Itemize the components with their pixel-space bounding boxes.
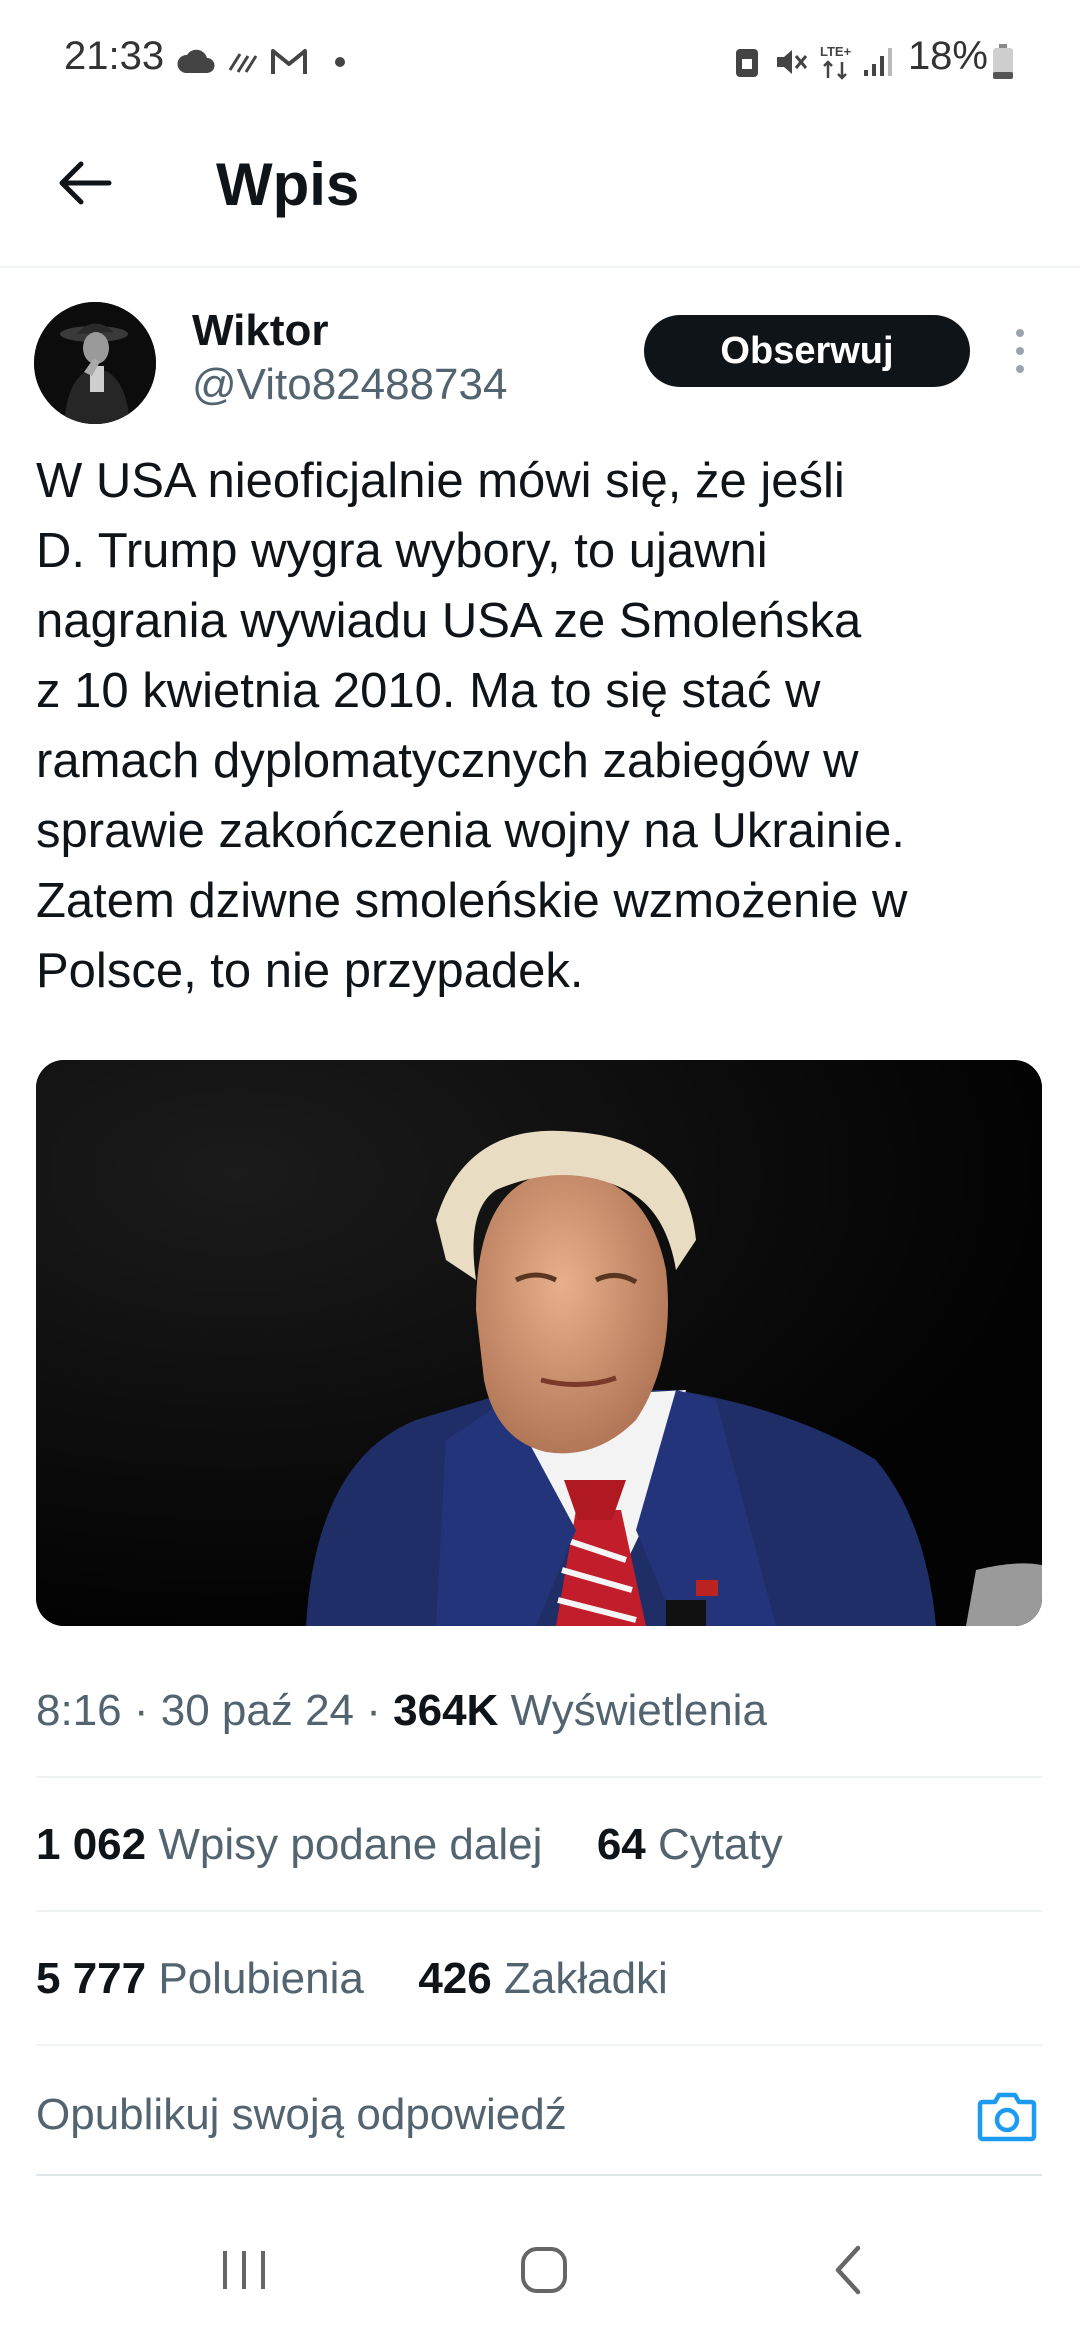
reposts-count: 1 062 (36, 1820, 147, 1869)
bookmarks-count: 426 (418, 1954, 492, 2003)
tweet-line: D. Trump wygra wybory, to ujawni (36, 524, 768, 578)
reply-input[interactable]: Opublikuj swoją odpowiedź (36, 2090, 567, 2140)
quotes-stat[interactable]: 64 Cytaty (597, 1820, 783, 1869)
signal-icon (862, 40, 894, 84)
quotes-count: 64 (596, 1820, 646, 1869)
camera-icon (977, 2092, 1037, 2142)
back-button[interactable] (50, 148, 120, 218)
tweet-line: Zatem dziwne smoleńskie wzmożenie w (36, 874, 908, 928)
camera-button[interactable] (972, 2085, 1042, 2147)
lte-icon: LTE+ (818, 40, 858, 84)
status-time: 21:33 (64, 34, 165, 78)
chevron-left-icon (835, 2245, 861, 2295)
tweet-line: W USA nieoficjalnie mówi się, że jeśli (36, 454, 845, 508)
tweet-line: ramach dyplomatycznych zabiegów w (36, 734, 859, 788)
likes-stat[interactable]: 5 777 Polubienia (36, 1954, 364, 2003)
reposts-stat[interactable]: 1 062 Wpisy podane dalej (36, 1820, 542, 1869)
views-count: 364K (393, 1686, 499, 1735)
system-back-button[interactable] (778, 2230, 918, 2310)
likes-label: Polubienia (158, 1954, 364, 2003)
mute-icon (774, 40, 810, 84)
divider (36, 1910, 1042, 1912)
page-title: Wpis (216, 151, 360, 218)
reposts-label: Wpisy podane dalej (158, 1820, 543, 1869)
recent-apps-icon (223, 2251, 265, 2289)
home-button[interactable] (474, 2230, 614, 2310)
stats-row-likes: 5 777 Polubienia 426 Zakładki (36, 1954, 668, 2004)
battery-icon (992, 40, 1014, 84)
tweet-line: z 10 kwietnia 2010. Ma to się stać w (36, 664, 821, 718)
gmail-icon (270, 40, 308, 84)
arrow-left-icon (59, 161, 112, 205)
tweet-line: nagrania wywiadu USA ze Smoleńska (36, 594, 862, 648)
tweet-text: W USA nieoficjalnie mówi się, że jeśli D… (36, 446, 1046, 1006)
recent-apps-button[interactable] (174, 2230, 314, 2310)
more-options-button[interactable] (1000, 318, 1040, 384)
follow-button[interactable]: Obserwuj (644, 315, 970, 387)
tweet-date: 30 paź 24 (160, 1686, 355, 1735)
author-name[interactable]: Wiktor (192, 306, 329, 356)
bookmarks-label: Zakładki (503, 1954, 668, 2003)
avatar[interactable] (34, 302, 156, 424)
likes-count: 5 777 (36, 1954, 147, 2003)
tweet-meta: 8:16 · 30 paź 24 · 364K Wyświetlenia (36, 1686, 767, 1735)
author-handle[interactable]: @Vito82488734 (192, 360, 507, 410)
battery-percent: 18% (907, 34, 988, 78)
stats-row-reposts: 1 062 Wpisy podane dalej 64 Cytaty (36, 1820, 783, 1870)
sync-icon (226, 40, 262, 84)
divider (36, 1776, 1042, 1778)
divider (36, 2174, 1042, 2176)
top-app-bar (0, 120, 1080, 268)
tweet-image[interactable] (36, 1060, 1042, 1626)
home-icon (521, 2247, 567, 2293)
more-dots-icon (1016, 329, 1024, 337)
svg-text:LTE+: LTE+ (820, 44, 852, 59)
tweet-time: 8:16 (36, 1686, 122, 1735)
bookmarks-stat[interactable]: 426 Zakładki (418, 1954, 668, 2003)
tweet-line: sprawie zakończenia wojny na Ukrainie. (36, 804, 905, 858)
cloud-icon (176, 40, 216, 84)
lock-icon (734, 40, 760, 84)
tweet-line: Polsce, to nie przypadek. (36, 944, 584, 998)
quotes-label: Cytaty (658, 1820, 783, 1869)
views-label[interactable]: Wyświetlenia (511, 1686, 767, 1735)
dot-icon (334, 40, 346, 84)
divider (36, 2044, 1042, 2046)
